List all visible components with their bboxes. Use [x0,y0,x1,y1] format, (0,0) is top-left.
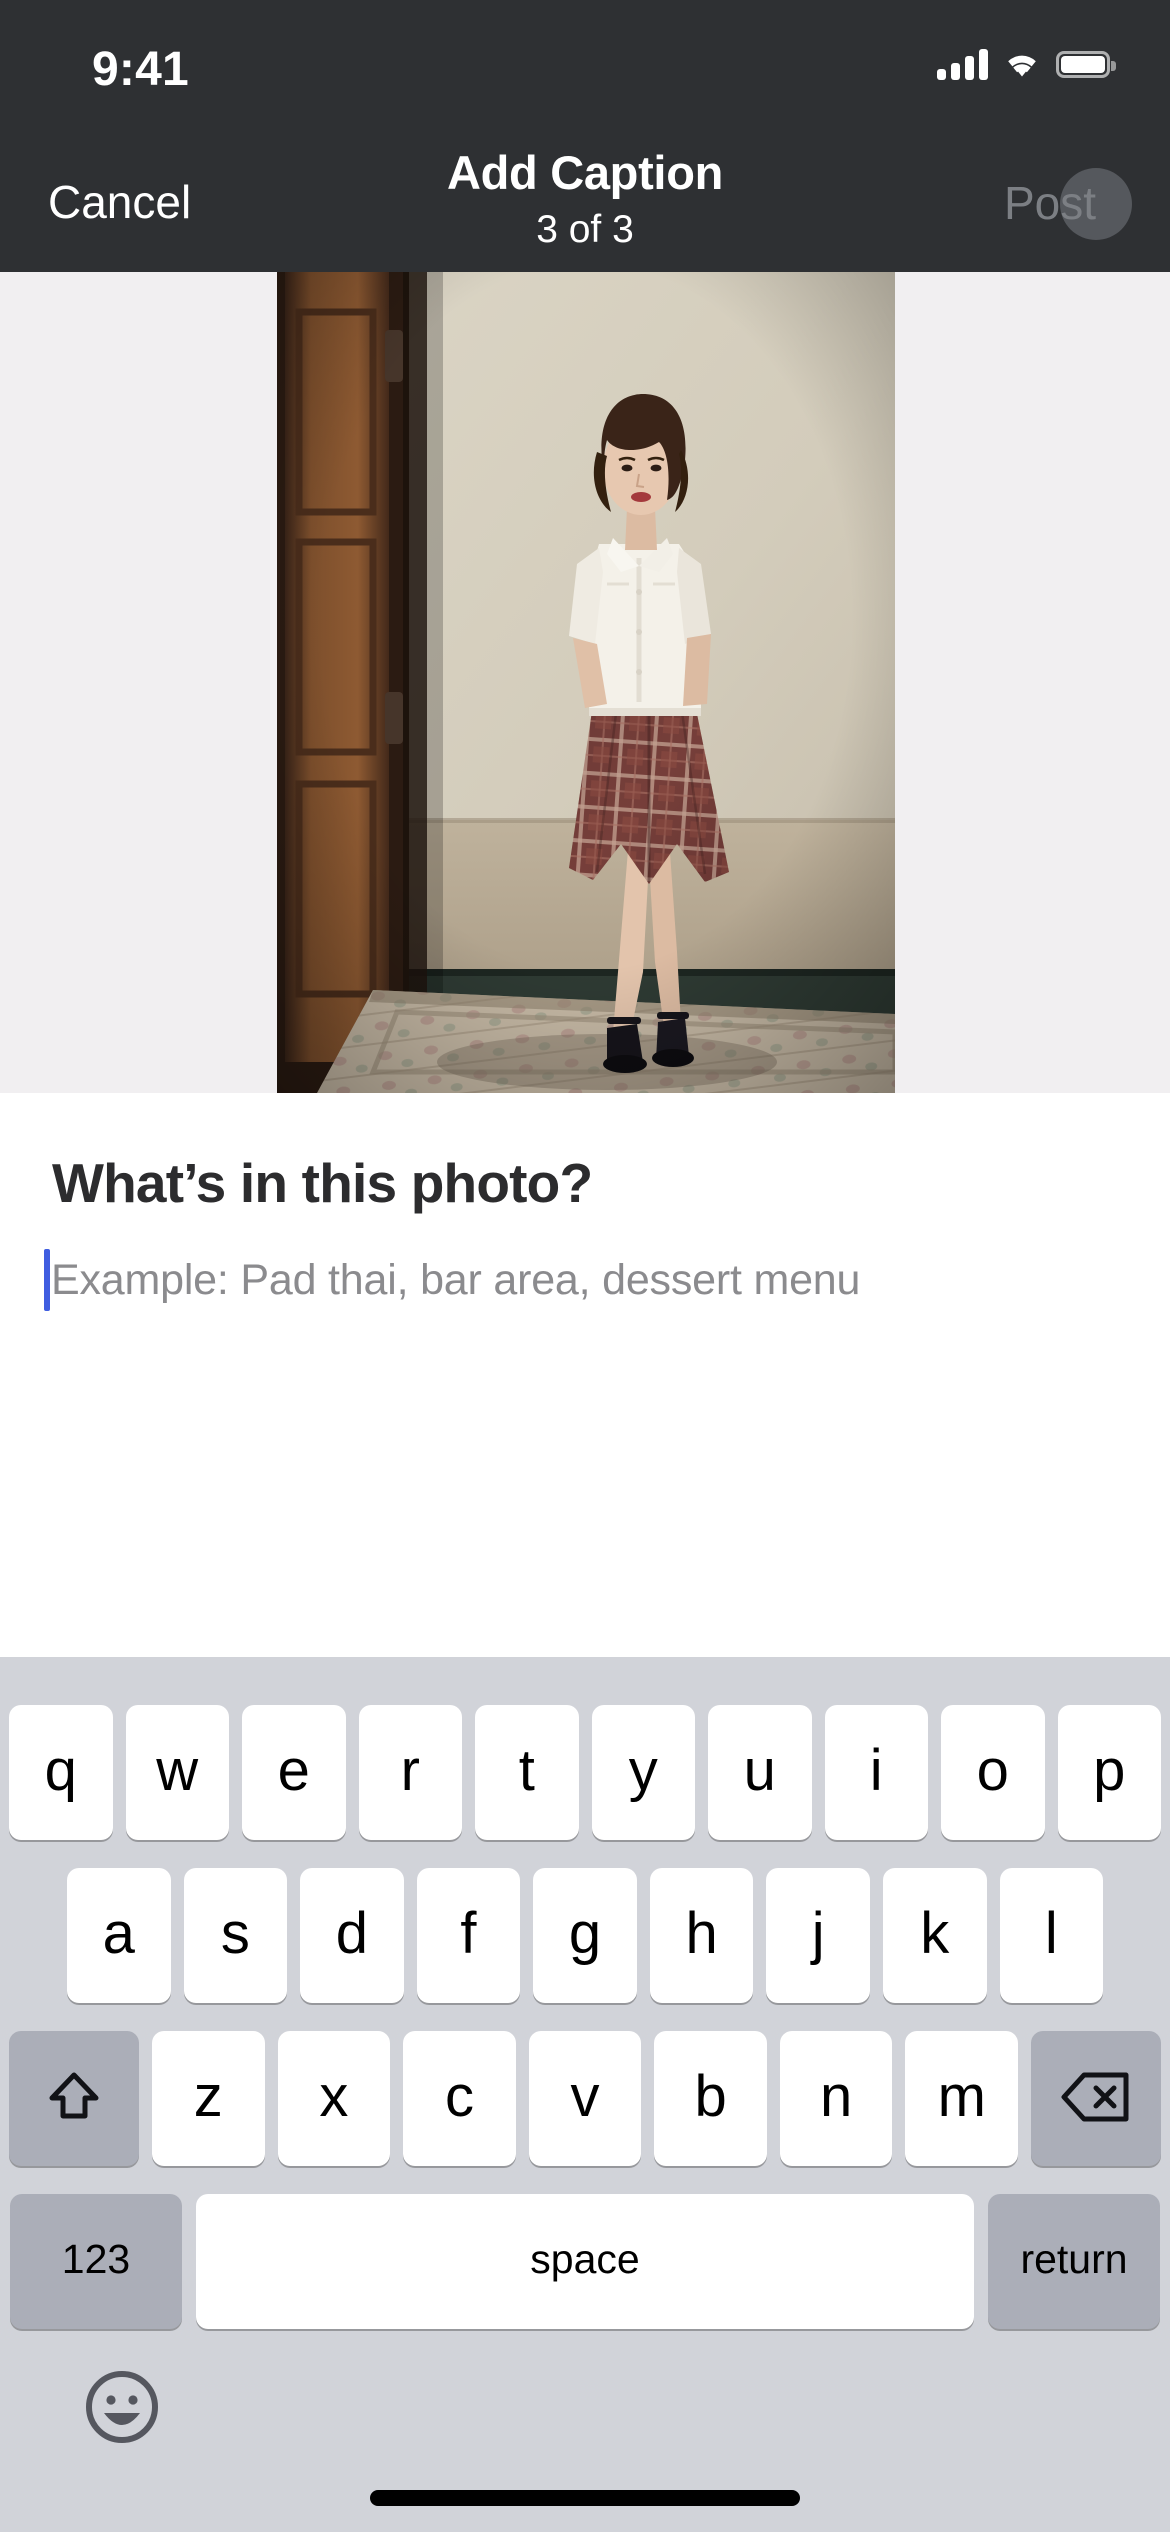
caption-composer: What’s in this photo? Example: Pad thai,… [0,1093,1170,1657]
key-c[interactable]: c [403,2031,516,2166]
key-n[interactable]: n [779,2031,893,2166]
wifi-icon [1002,48,1042,80]
emoji-smiley-icon[interactable] [80,2365,164,2449]
post-button-label: Post [1003,177,1096,229]
key-v[interactable]: v [528,2031,642,2166]
key-t[interactable]: t [475,1705,579,1840]
keyboard-row-3: z x c v b n m [0,2031,1170,2166]
shift-key[interactable] [9,2031,139,2166]
keyboard-utility-row [0,2357,1170,2467]
space-key[interactable]: space [196,2194,974,2329]
status-bar-icons [937,48,1116,80]
key-s[interactable]: s [183,1868,288,2003]
post-button[interactable]: Post [978,168,1138,240]
return-key[interactable]: return [988,2194,1160,2329]
key-x[interactable]: x [277,2031,391,2166]
key-w[interactable]: w [125,1705,229,1840]
key-y[interactable]: y [591,1705,695,1840]
status-bar-time: 9:41 [92,43,189,96]
key-d[interactable]: d [300,1868,404,2003]
key-l[interactable]: l [999,1868,1104,2003]
key-e[interactable]: e [242,1705,346,1840]
key-b[interactable]: b [654,2031,767,2166]
keyboard-row-2: a s d f g h j k l [0,1868,1170,2003]
key-q[interactable]: q [9,1705,113,1840]
key-a[interactable]: a [67,1868,171,2003]
backspace-delete-key[interactable] [1031,2031,1162,2166]
composer-heading: What’s in this photo? [52,1152,593,1214]
battery-icon [1056,50,1116,78]
key-o[interactable]: o [941,1705,1045,1840]
selected-photo[interactable] [277,272,895,1093]
key-p[interactable]: p [1057,1705,1161,1840]
text-caret [44,1249,50,1311]
key-h[interactable]: h [649,1868,754,2003]
status-bar: 9:41 [0,0,1170,100]
key-f[interactable]: f [416,1868,521,2003]
on-screen-keyboard: q w e r t y u i o p a s d f g h j k l z … [0,1657,1170,2532]
keyboard-row-1: q w e r t y u i o p [0,1705,1170,1840]
key-z[interactable]: z [152,2031,265,2166]
caption-placeholder: Example: Pad thai, bar area, dessert men… [51,1255,861,1304]
home-indicator[interactable] [370,2490,800,2506]
navigation-bar: 9:41 Cancel Add Caption 3 of 3 Post [0,0,1170,272]
key-j[interactable]: j [766,1868,870,2003]
screen: 9:41 Cancel Add Caption 3 of 3 Post What… [0,0,1170,2532]
cellular-signal-icon [937,48,988,80]
key-k[interactable]: k [882,1868,987,2003]
key-m[interactable]: m [905,2031,1019,2166]
key-g[interactable]: g [533,1868,637,2003]
keyboard-row-4: 123 space return [0,2194,1170,2329]
photo-preview-area [0,272,1170,1093]
key-r[interactable]: r [358,1705,462,1840]
key-i[interactable]: i [824,1705,928,1840]
numbers-key[interactable]: 123 [10,2194,182,2329]
caption-input[interactable]: Example: Pad thai, bar area, dessert men… [44,1245,1124,1315]
key-u[interactable]: u [708,1705,812,1840]
